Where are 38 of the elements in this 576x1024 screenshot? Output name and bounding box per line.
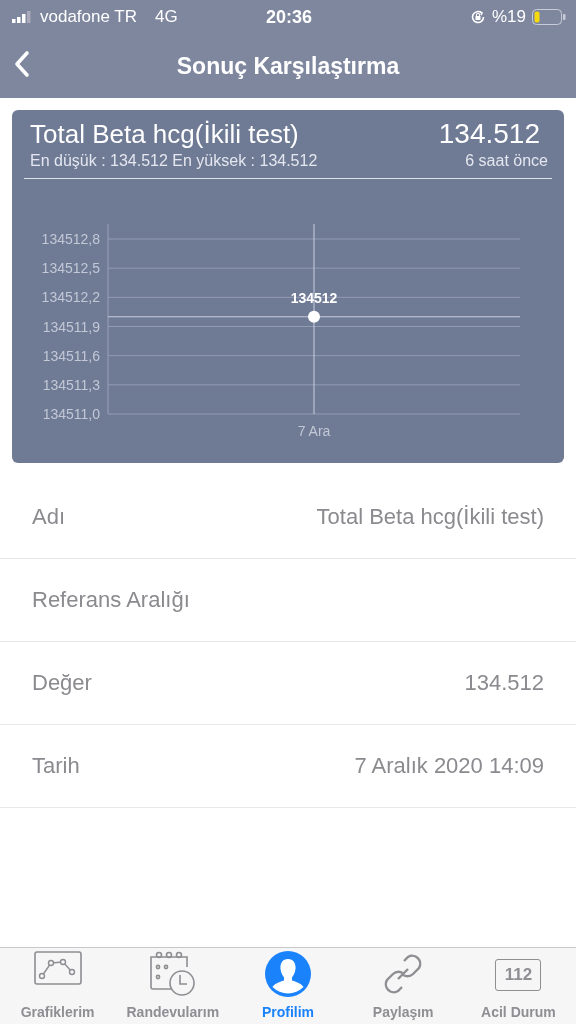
y-tick-label: 134511,6 (42, 347, 100, 364)
data-point (308, 310, 320, 323)
tab-bar-item[interactable]: Paylaşım (345, 948, 461, 1024)
tab-bar-item[interactable]: Randevularım (115, 948, 231, 1024)
rotation-lock-icon (469, 9, 486, 25)
test-name: Total Beta hcg(İkili test) (30, 119, 299, 150)
page-title: Sonuç Karşılaştırma (176, 52, 400, 80)
field-label: Değer (32, 670, 92, 696)
time-ago: 6 saat önce (465, 152, 548, 170)
signal-icon (12, 11, 34, 23)
y-tick-label: 134511,9 (42, 318, 100, 335)
tab-bar-item[interactable]: Profilim (230, 948, 346, 1024)
test-value: 134.512 (438, 118, 540, 150)
x-tick-label: 7 Ara (297, 423, 331, 439)
y-tick-label: 134511,3 (42, 376, 100, 393)
y-tick-label: 134512,8 (41, 231, 100, 247)
emergency-number-icon: 112 (495, 959, 542, 991)
field-value: 134.512 (464, 670, 544, 696)
battery-percent: %19 (491, 7, 526, 27)
battery-icon (532, 9, 566, 25)
field-value: 7 Aralık 2020 14:09 (354, 753, 544, 779)
field-label: Adı (32, 504, 66, 530)
y-tick-label: 134512,5 (41, 260, 100, 277)
line-chart-icon (33, 951, 82, 985)
y-tick-label: 134512,2 (41, 289, 100, 306)
field-label: Referans Aralığı (32, 587, 190, 613)
field-value: Total Beta hcg(İkili test) (316, 504, 544, 530)
y-tick-label: 134511,0 (42, 406, 100, 422)
clock: 20:36 (265, 6, 312, 28)
min-max-range: En düşük : 134.512 En yüksek : 134.512 (30, 152, 318, 170)
carrier-name: vodafone TR (40, 7, 138, 27)
data-label: 134512 (290, 289, 338, 306)
tab-bar-item[interactable]: Grafiklerim (0, 948, 116, 1024)
network-type: 4G (155, 7, 178, 27)
profile-icon (265, 951, 311, 997)
calendar-clock-icon (148, 951, 197, 997)
tab-bar-item[interactable]: 112 Acil Durum (460, 948, 576, 1024)
field-label: Tarih (32, 753, 80, 779)
